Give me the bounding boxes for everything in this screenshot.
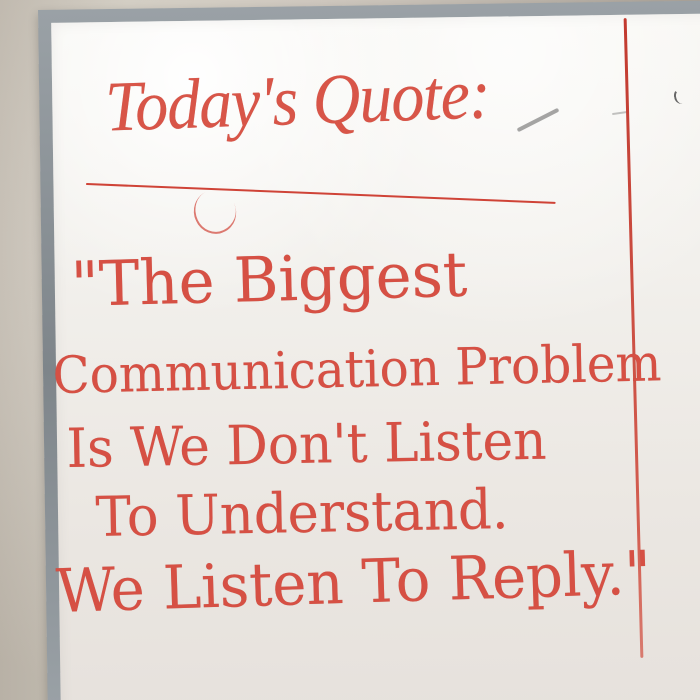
whiteboard-photo-scene: Today's Quote: "The Biggest Communicatio…	[0, 0, 700, 700]
whiteboard-frame	[38, 0, 700, 700]
whiteboard-surface	[51, 13, 700, 700]
